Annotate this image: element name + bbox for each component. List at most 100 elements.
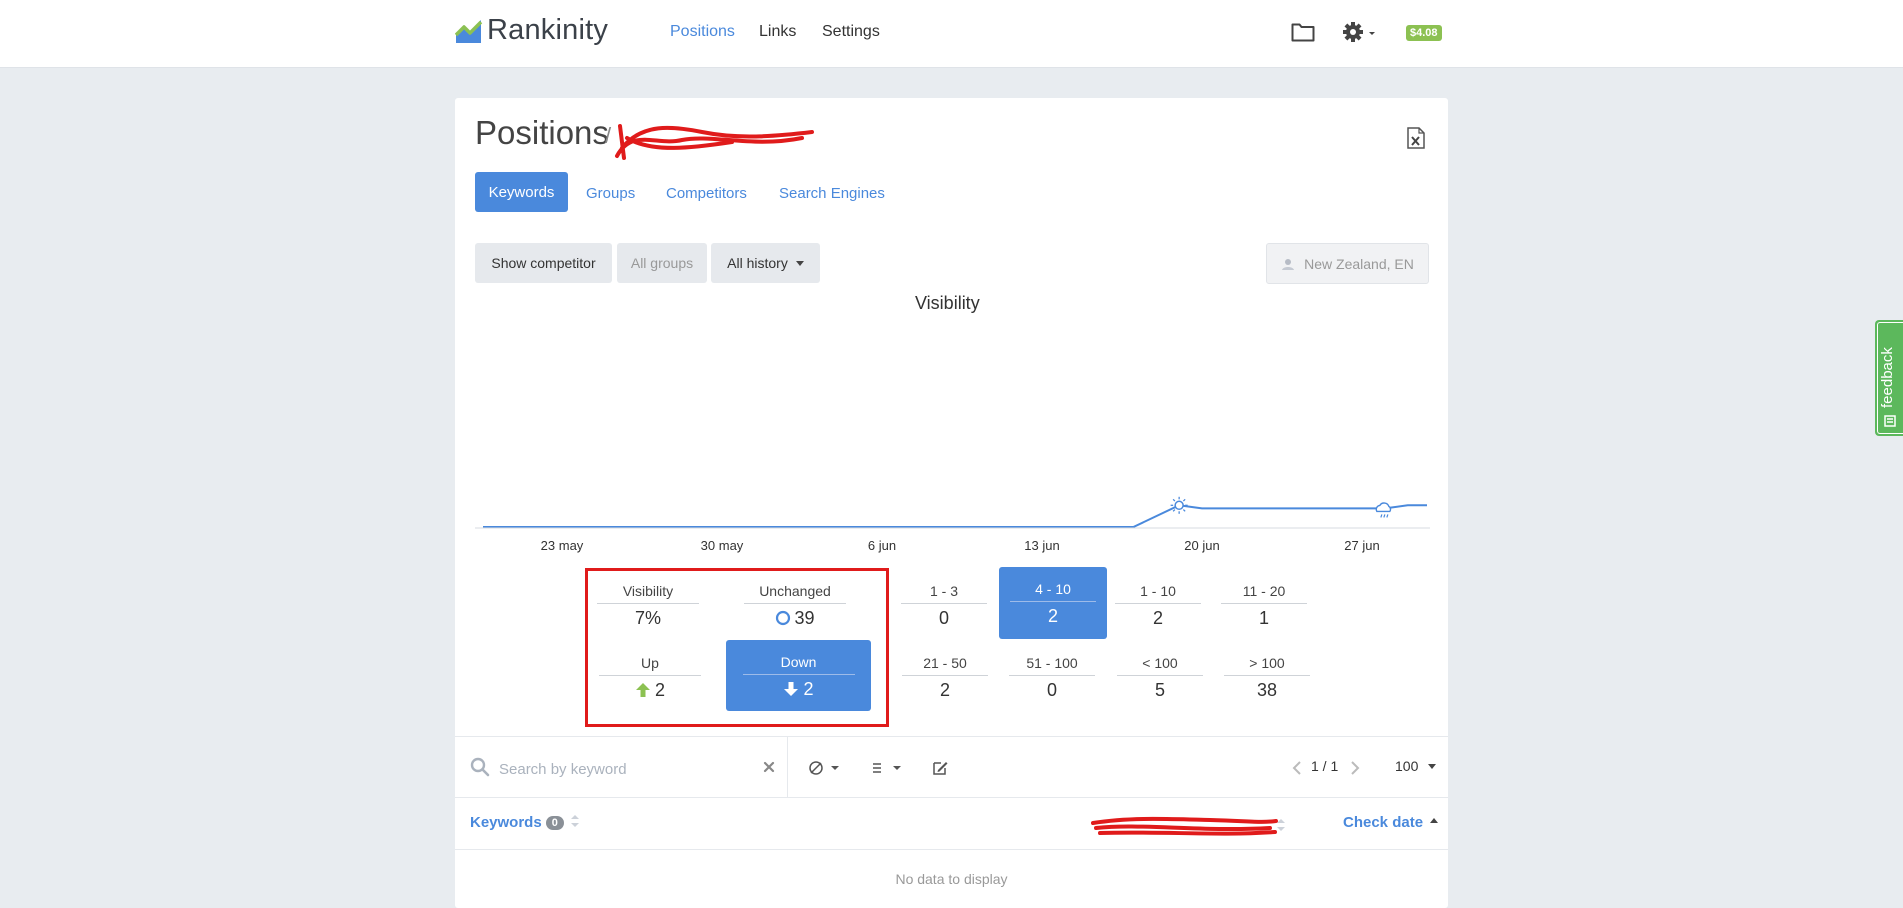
keywords-column-header[interactable]: Keywords 0 (470, 814, 580, 831)
stat-unchanged[interactable]: Unchanged 39 (741, 569, 849, 637)
nav-links[interactable]: Links (759, 23, 796, 41)
stat-up[interactable]: Up 2 (596, 641, 704, 709)
x-tick-label: 6 jun (868, 538, 896, 553)
logo[interactable]: Rankinity (455, 14, 608, 47)
stat-range-4-10[interactable]: 4 - 10 2 (999, 567, 1107, 639)
stat-range-1-10-value: 2 (1152, 608, 1163, 628)
tab-keywords-label: Keywords (488, 183, 555, 201)
x-tick-label: 30 may (701, 538, 744, 553)
search-input[interactable] (497, 755, 756, 783)
stat-range-lt-100-label: < 100 (1117, 641, 1203, 676)
stat-range-gt-100-label: > 100 (1224, 641, 1310, 676)
arrow-up-icon (635, 683, 650, 697)
tab-keywords[interactable]: Keywords (475, 172, 568, 212)
nav-settings[interactable]: Settings (822, 23, 880, 41)
stat-unchanged-value: 39 (794, 608, 815, 628)
stat-visibility[interactable]: Visibility 7% (594, 569, 702, 637)
stat-range-lt-100-value: 5 (1154, 680, 1165, 700)
region-button[interactable]: New Zealand, EN (1266, 243, 1429, 284)
stat-up-value: 2 (654, 680, 665, 700)
stat-range-4-10-value: 2 (1047, 606, 1058, 626)
stat-range-21-50[interactable]: 21 - 50 2 (891, 641, 999, 709)
visibility-series-line (483, 504, 1427, 528)
stat-range-lt-100[interactable]: < 100 5 (1106, 641, 1214, 709)
stat-range-21-50-value: 2 (939, 680, 950, 700)
feedback-icon (1884, 415, 1896, 427)
location-icon (1282, 258, 1295, 270)
stat-range-1-10[interactable]: 1 - 10 2 (1104, 569, 1212, 637)
x-tick-label: 20 jun (1184, 538, 1219, 553)
toolbar-divider-bottom (455, 797, 1448, 798)
stat-up-label: Up (599, 641, 701, 676)
sort-asc-icon (1430, 818, 1439, 823)
empty-state-text: No data to display (895, 871, 1008, 887)
toolbar-divider-top (455, 736, 1448, 737)
list-dropdown-icon[interactable] (871, 760, 905, 776)
keywords-column-label: Keywords (470, 814, 542, 831)
stat-down-label: Down (742, 640, 855, 675)
stat-range-gt-100[interactable]: > 100 38 (1213, 641, 1321, 709)
stat-visibility-label: Visibility (597, 569, 699, 604)
stat-unchanged-label: Unchanged (744, 569, 846, 604)
tab-search-engines[interactable]: Search Engines (779, 185, 885, 202)
show-competitor-button[interactable]: Show competitor (475, 243, 612, 283)
all-groups-button[interactable]: All groups (617, 243, 707, 283)
stat-range-1-3-label: 1 - 3 (901, 569, 987, 604)
excel-export-icon[interactable] (1406, 127, 1426, 149)
balance-badge[interactable]: $4.08 (1406, 25, 1442, 41)
sort-icon (570, 815, 579, 827)
logo-chart-icon (455, 19, 483, 43)
gear-icon[interactable] (1342, 21, 1378, 43)
stat-range-1-3[interactable]: 1 - 3 0 (890, 569, 998, 637)
stat-range-4-10-label: 4 - 10 (1010, 567, 1096, 602)
visibility-chart: 23 may 30 may 6 jun 13 jun 20 jun 27 jun (475, 496, 1430, 553)
tag-dropdown-icon[interactable] (808, 760, 842, 776)
title-separator: / (605, 123, 612, 148)
arrow-down-icon (784, 682, 799, 696)
cloud-icon[interactable] (1375, 502, 1392, 518)
stat-range-11-20[interactable]: 11 - 20 1 (1210, 569, 1318, 637)
per-page-select[interactable]: 100 (1395, 758, 1437, 774)
pager-text: 1 / 1 (1311, 758, 1339, 774)
stat-range-gt-100-value: 38 (1256, 680, 1278, 700)
chevron-left-icon[interactable] (1291, 760, 1303, 776)
keywords-count-badge: 0 (545, 816, 564, 831)
x-tick-label: 13 jun (1024, 538, 1059, 553)
chevron-right-icon[interactable] (1349, 760, 1361, 776)
stat-range-11-20-value: 1 (1258, 608, 1269, 628)
stat-range-1-3-value: 0 (938, 608, 949, 628)
chevron-down-icon (795, 260, 804, 266)
stat-range-21-50-label: 21 - 50 (902, 641, 988, 676)
page-title: Positions (475, 114, 609, 151)
table-header-divider (455, 849, 1448, 850)
all-history-label: All history (727, 255, 788, 271)
per-page-value: 100 (1395, 758, 1419, 774)
logo-text: Rankinity (487, 14, 609, 46)
stat-down[interactable]: Down 2 (726, 640, 871, 711)
search-icon (470, 757, 490, 777)
nav-positions[interactable]: Positions (670, 23, 735, 41)
clear-search-icon[interactable] (763, 761, 775, 773)
chevron-down-icon (1428, 764, 1437, 769)
redaction-scribble (615, 124, 814, 160)
stat-range-1-10-label: 1 - 10 (1115, 569, 1201, 604)
stat-visibility-value: 7% (634, 608, 661, 628)
check-date-column-header[interactable]: Check date (1343, 814, 1439, 831)
circle-icon (776, 610, 791, 626)
stat-range-51-100-label: 51 - 100 (1009, 641, 1095, 676)
stat-range-11-20-label: 11 - 20 (1221, 569, 1307, 604)
all-groups-label: All groups (630, 255, 694, 271)
stat-range-51-100[interactable]: 51 - 100 0 (998, 641, 1106, 709)
edit-icon[interactable] (931, 759, 949, 777)
folder-icon[interactable] (1291, 22, 1315, 42)
x-tick-label: 27 jun (1344, 538, 1379, 553)
tab-groups[interactable]: Groups (586, 185, 635, 202)
tab-competitors[interactable]: Competitors (666, 185, 747, 202)
chart-markers (1170, 496, 1392, 518)
feedback-tab[interactable]: feedback (1875, 320, 1903, 436)
x-axis-ticks: 23 may 30 may 6 jun 13 jun 20 jun 27 jun (541, 538, 1380, 553)
sort-icon[interactable] (1276, 818, 1286, 832)
show-competitor-label: Show competitor (491, 255, 596, 271)
all-history-dropdown[interactable]: All history (711, 243, 820, 283)
feedback-label: feedback (1879, 347, 1896, 408)
